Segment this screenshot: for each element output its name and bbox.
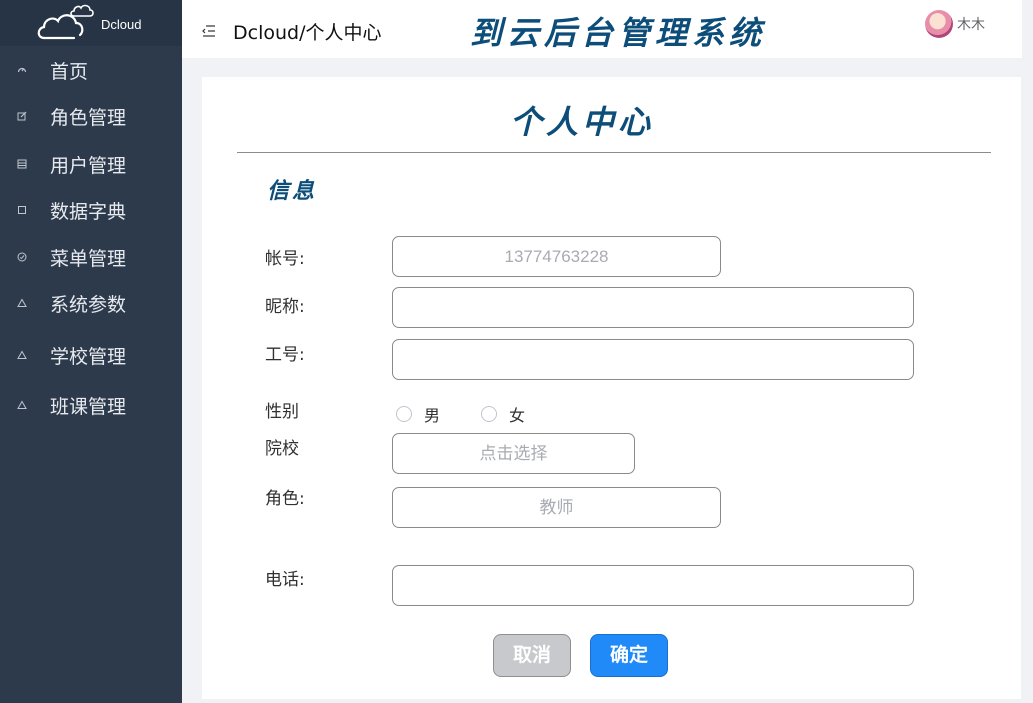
- page-edge: [1022, 0, 1033, 703]
- username[interactable]: 木木: [957, 14, 985, 34]
- triangle-icon: [17, 298, 27, 308]
- profile-card: 个人中心 信息 帐号: 13774763228 昵称: 工号: 性别 男 女 院…: [202, 77, 1021, 699]
- triangle-icon: [17, 350, 27, 360]
- radio-circle[interactable]: [481, 406, 497, 422]
- logo-text: Dcloud: [101, 17, 142, 32]
- sidebar: Dcloud 首页 角色管理 用户管理 数据字典 菜单管理 系统参数 学校管理 …: [0, 0, 182, 703]
- sidebar-item-roles[interactable]: 角色管理: [0, 94, 182, 138]
- account-field[interactable]: 13774763228: [392, 236, 721, 277]
- square-icon: [17, 205, 27, 215]
- phone-label: 电话:: [265, 570, 305, 590]
- radio-label-male: 男: [424, 406, 441, 425]
- nickname-field[interactable]: [392, 287, 914, 328]
- sidebar-item-schools[interactable]: 学校管理: [0, 333, 182, 377]
- employee-id-field[interactable]: [392, 339, 914, 380]
- sidebar-item-label: 系统参数: [50, 293, 127, 316]
- sidebar-item-home[interactable]: 首页: [0, 48, 182, 92]
- logo[interactable]: Dcloud: [0, 0, 182, 46]
- account-label: 帐号:: [265, 249, 305, 269]
- gender-female-radio[interactable]: 女: [481, 402, 525, 426]
- gender-label: 性别: [265, 402, 299, 422]
- sidebar-item-users[interactable]: 用户管理: [0, 142, 182, 186]
- sidebar-item-label: 菜单管理: [50, 247, 127, 270]
- role-field[interactable]: 教师: [392, 487, 721, 528]
- employee-id-label: 工号:: [265, 345, 305, 365]
- divider: [237, 152, 991, 153]
- avatar[interactable]: [925, 10, 953, 38]
- school-label: 院校: [265, 439, 299, 459]
- grid-icon: [17, 159, 27, 169]
- role-label: 角色:: [265, 489, 305, 509]
- menu-fold-icon[interactable]: [202, 23, 216, 37]
- gender-male-radio[interactable]: 男: [396, 402, 440, 426]
- sidebar-item-dictionary[interactable]: 数据字典: [0, 188, 182, 232]
- cancel-button[interactable]: 取消: [493, 634, 571, 677]
- sidebar-item-label: 班课管理: [50, 395, 127, 418]
- sidebar-item-system-params[interactable]: 系统参数: [0, 281, 182, 325]
- triangle-icon: [17, 400, 27, 410]
- sidebar-item-label: 数据字典: [50, 200, 127, 223]
- dashboard-icon: [17, 65, 27, 75]
- sidebar-item-label: 首页: [50, 60, 89, 83]
- school-select[interactable]: 点击选择: [392, 433, 635, 474]
- confirm-button[interactable]: 确定: [590, 634, 668, 677]
- radio-circle[interactable]: [396, 406, 412, 422]
- sidebar-item-label: 学校管理: [50, 345, 127, 368]
- sidebar-item-label: 角色管理: [50, 106, 127, 129]
- sidebar-item-classes[interactable]: 班课管理: [0, 383, 182, 427]
- phone-field[interactable]: [392, 565, 914, 606]
- nickname-label: 昵称:: [265, 297, 305, 317]
- sidebar-item-label: 用户管理: [50, 154, 127, 177]
- system-title: 到云后台管理系统: [470, 14, 767, 52]
- sidebar-item-menus[interactable]: 菜单管理: [0, 235, 182, 279]
- edit-icon: [17, 111, 27, 121]
- cloud-logo-icon: [37, 4, 94, 40]
- circle-check-icon: [17, 252, 27, 262]
- radio-label-female: 女: [509, 406, 526, 425]
- section-title: 信息: [267, 178, 318, 204]
- header: Dcloud/个人中心 到云后台管理系统 木木: [182, 0, 1022, 58]
- page-title: 个人中心: [509, 103, 654, 141]
- breadcrumb: Dcloud/个人中心: [233, 22, 382, 44]
